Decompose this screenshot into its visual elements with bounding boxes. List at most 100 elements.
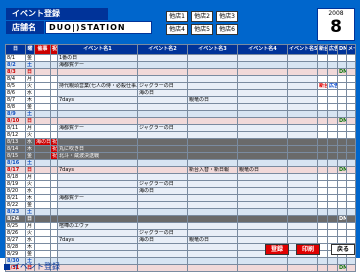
new-machine-cell[interactable]	[317, 96, 328, 104]
event-type-cell[interactable]	[34, 243, 51, 251]
new-machine-cell[interactable]	[317, 166, 328, 174]
mail-cell[interactable]	[346, 96, 356, 104]
event-type-cell[interactable]	[34, 82, 51, 90]
event3-cell[interactable]	[187, 110, 238, 118]
event2-cell[interactable]	[137, 208, 188, 216]
ad-cell[interactable]: 広告	[327, 82, 338, 90]
holiday-cell[interactable]	[50, 201, 58, 209]
dm-cell[interactable]	[337, 75, 347, 83]
event3-cell[interactable]	[187, 75, 238, 83]
event1-cell[interactable]	[57, 89, 138, 97]
event-type-cell[interactable]	[34, 54, 51, 62]
dm-cell[interactable]: DM	[337, 215, 347, 223]
event4-cell[interactable]	[237, 236, 288, 244]
new-machine-cell[interactable]	[317, 54, 328, 62]
event1-cell[interactable]	[57, 229, 138, 237]
event1-cell[interactable]: 海都賀デー	[57, 194, 138, 202]
event-type-cell[interactable]	[34, 215, 51, 223]
other-store-1-button[interactable]: 他店1	[166, 11, 188, 22]
event1-cell[interactable]: 喧嘩のエヴァ	[57, 222, 138, 230]
holiday-cell[interactable]	[50, 124, 58, 132]
event3-cell[interactable]	[187, 117, 238, 125]
new-machine-cell[interactable]	[317, 264, 328, 272]
event3-cell[interactable]	[187, 152, 238, 160]
event3-cell[interactable]	[187, 201, 238, 209]
ad-cell[interactable]	[327, 117, 338, 125]
dm-cell[interactable]	[337, 89, 347, 97]
new-machine-cell[interactable]	[317, 229, 328, 237]
event1-cell[interactable]: 北斗・蔵波決送戦	[57, 152, 138, 160]
event4-cell[interactable]	[237, 264, 288, 272]
event4-cell[interactable]	[237, 103, 288, 111]
new-machine-cell[interactable]	[317, 152, 328, 160]
event-type-cell[interactable]	[34, 152, 51, 160]
dm-cell[interactable]	[337, 61, 347, 69]
event-type-cell[interactable]	[34, 61, 51, 69]
holiday-cell[interactable]	[50, 215, 58, 223]
new-machine-cell[interactable]	[317, 173, 328, 181]
event1-cell[interactable]: 丸に吹き日	[57, 145, 138, 153]
event5-cell[interactable]	[287, 229, 318, 237]
dm-cell[interactable]	[337, 236, 347, 244]
holiday-cell[interactable]: 祝	[50, 138, 58, 146]
event-type-cell[interactable]	[34, 103, 51, 111]
event4-cell[interactable]	[237, 222, 288, 230]
holiday-cell[interactable]	[50, 96, 58, 104]
new-machine-cell[interactable]: 新台	[317, 82, 328, 90]
holiday-cell[interactable]	[50, 131, 58, 139]
event1-cell[interactable]	[57, 187, 138, 195]
event3-cell[interactable]	[187, 131, 238, 139]
mail-cell[interactable]	[346, 236, 356, 244]
holiday-cell[interactable]	[50, 117, 58, 125]
event-type-cell[interactable]	[34, 187, 51, 195]
register-button[interactable]: 登録	[265, 244, 289, 255]
mail-cell[interactable]	[346, 208, 356, 216]
holiday-cell[interactable]	[50, 250, 58, 258]
event1-cell[interactable]: 7days	[57, 96, 138, 104]
dm-cell[interactable]	[337, 187, 347, 195]
event-type-cell[interactable]	[34, 250, 51, 258]
new-machine-cell[interactable]	[317, 138, 328, 146]
event3-cell[interactable]	[187, 159, 238, 167]
event4-cell[interactable]	[237, 152, 288, 160]
event2-cell[interactable]	[137, 138, 188, 146]
event5-cell[interactable]	[287, 75, 318, 83]
new-machine-cell[interactable]	[317, 187, 328, 195]
dm-cell[interactable]	[337, 145, 347, 153]
holiday-cell[interactable]	[50, 243, 58, 251]
event2-cell[interactable]	[137, 159, 188, 167]
event5-cell[interactable]	[287, 173, 318, 181]
event5-cell[interactable]	[287, 110, 318, 118]
event-type-cell[interactable]	[34, 117, 51, 125]
event1-cell[interactable]	[57, 250, 138, 258]
event5-cell[interactable]	[287, 180, 318, 188]
dm-cell[interactable]	[337, 110, 347, 118]
event-type-cell[interactable]	[34, 166, 51, 174]
holiday-cell[interactable]	[50, 89, 58, 97]
event3-cell[interactable]	[187, 215, 238, 223]
mail-cell[interactable]	[346, 215, 356, 223]
event2-cell[interactable]: ジャグラーの日	[137, 229, 188, 237]
new-machine-cell[interactable]	[317, 103, 328, 111]
mail-cell[interactable]	[346, 194, 356, 202]
new-machine-cell[interactable]	[317, 145, 328, 153]
event5-cell[interactable]	[287, 215, 318, 223]
event2-cell[interactable]	[137, 103, 188, 111]
mail-cell[interactable]	[346, 166, 356, 174]
event5-cell[interactable]	[287, 145, 318, 153]
ad-cell[interactable]	[327, 124, 338, 132]
new-machine-cell[interactable]	[317, 194, 328, 202]
event5-cell[interactable]	[287, 159, 318, 167]
ad-cell[interactable]	[327, 257, 338, 265]
event4-cell[interactable]	[237, 75, 288, 83]
event2-cell[interactable]	[137, 257, 188, 265]
event4-cell[interactable]	[237, 208, 288, 216]
event3-cell[interactable]	[187, 82, 238, 90]
event1-cell[interactable]	[57, 159, 138, 167]
ad-cell[interactable]	[327, 236, 338, 244]
mail-cell[interactable]	[346, 68, 356, 76]
dm-cell[interactable]	[337, 194, 347, 202]
event1-cell[interactable]: 7days	[57, 166, 138, 174]
dm-cell[interactable]	[337, 229, 347, 237]
new-machine-cell[interactable]	[317, 159, 328, 167]
